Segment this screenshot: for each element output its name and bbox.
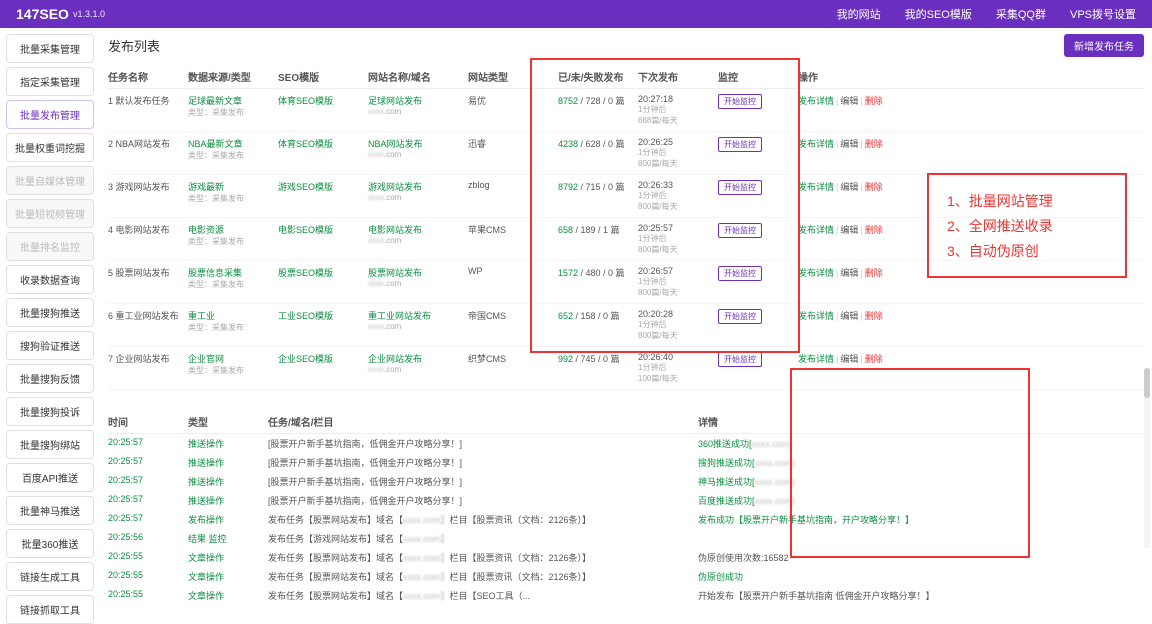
monitor-button[interactable]: 开始监控	[718, 137, 762, 152]
sidebar-item-0[interactable]: 批量采集管理	[6, 34, 94, 63]
log-row: 20:25:57发布操作发布任务【股票网站发布】域名【xxxx.com】栏目【股…	[108, 510, 1144, 529]
sidebar-item-2[interactable]: 批量发布管理	[6, 100, 94, 129]
sidebar-item-4[interactable]: 批量自媒体管理	[6, 166, 94, 195]
delete-link[interactable]: 删除	[865, 139, 883, 149]
monitor-button[interactable]: 开始监控	[718, 223, 762, 238]
view-detail-link[interactable]: 发布详情	[798, 96, 834, 106]
col-source: 数据来源/类型	[188, 69, 278, 84]
view-detail-link[interactable]: 发布详情	[798, 139, 834, 149]
nav-mysites[interactable]: 我的网站	[837, 6, 881, 22]
view-detail-link[interactable]: 发布详情	[798, 225, 834, 235]
log-row: 20:25:57推送操作[股票开户新手基坑指南，低佣金开户攻略分享！]百度推送成…	[108, 491, 1144, 510]
log-col-detail: 详情	[698, 414, 998, 429]
log-col-type: 类型	[188, 414, 268, 429]
log-row: 20:25:57推送操作[股票开户新手基坑指南，低佣金开户攻略分享！]360推送…	[108, 434, 1144, 453]
feature-callout: 1、批量网站管理 2、全网推送收录 3、自动伪原创	[927, 173, 1127, 278]
delete-link[interactable]: 删除	[865, 182, 883, 192]
sidebar-item-17[interactable]: 链接抓取工具	[6, 595, 94, 624]
feature-2: 2、全网推送收录	[947, 214, 1107, 239]
col-op: 操作	[798, 69, 918, 84]
monitor-button[interactable]: 开始监控	[718, 266, 762, 281]
sidebar-item-9[interactable]: 搜狗验证推送	[6, 331, 94, 360]
delete-link[interactable]: 删除	[865, 225, 883, 235]
table-row: 2 NBA网站发布NBA最新文章类型：采集发布体育SEO模版NBA网站发布xxx…	[108, 132, 1144, 175]
sidebar-item-8[interactable]: 批量搜狗推送	[6, 298, 94, 327]
view-detail-link[interactable]: 发布详情	[798, 354, 834, 364]
delete-link[interactable]: 删除	[865, 268, 883, 278]
col-template: SEO模版	[278, 69, 368, 84]
delete-link[interactable]: 删除	[865, 354, 883, 364]
log-row: 20:25:55文章操作发布任务【股票网站发布】域名【xxxx.com】栏目【股…	[108, 567, 1144, 586]
col-stat: 已/未/失败发布	[558, 69, 638, 84]
log-col-time: 时间	[108, 414, 188, 429]
sidebar-item-1[interactable]: 指定采集管理	[6, 67, 94, 96]
nav-vps[interactable]: VPS拨号设置	[1070, 6, 1136, 22]
log-row: 20:25:57推送操作[股票开户新手基坑指南，低佣金开户攻略分享！]搜狗推送成…	[108, 453, 1144, 472]
view-detail-link[interactable]: 发布详情	[798, 311, 834, 321]
edit-link[interactable]: 编辑	[840, 139, 858, 149]
app-logo: 147SEO	[16, 6, 69, 22]
col-site: 网站名称/域名	[368, 69, 468, 84]
log-row: 20:25:56结果 监控发布任务【游戏网站发布】域名【xxxx.com】	[108, 529, 1144, 548]
monitor-button[interactable]: 开始监控	[718, 309, 762, 324]
view-detail-link[interactable]: 发布详情	[798, 268, 834, 278]
log-row: 20:25:55文章操作发布任务【股票网站发布】域名【xxxx.com】栏目【股…	[108, 548, 1144, 567]
log-area: 时间 类型 任务/域名/栏目 详情 20:25:57推送操作[股票开户新手基坑指…	[108, 410, 1144, 605]
add-publish-task-button[interactable]: 新增发布任务	[1064, 34, 1144, 57]
sidebar-item-5[interactable]: 批量短视频管理	[6, 199, 94, 228]
sidebar-item-12[interactable]: 批量搜狗绑站	[6, 430, 94, 459]
sidebar-item-6[interactable]: 批量排名监控	[6, 232, 94, 261]
list-title: 发布列表	[108, 36, 160, 55]
app-version: v1.3.1.0	[73, 9, 105, 19]
nav-mytpl[interactable]: 我的SEO模版	[905, 6, 972, 22]
col-next: 下次发布	[638, 69, 718, 84]
nav: 我的网站 我的SEO模版 采集QQ群 VPS拨号设置	[837, 6, 1136, 22]
header-bar: 147SEO v1.3.1.0 我的网站 我的SEO模版 采集QQ群 VPS拨号…	[0, 0, 1152, 28]
delete-link[interactable]: 删除	[865, 311, 883, 321]
feature-1: 1、批量网站管理	[947, 189, 1107, 214]
sidebar-item-14[interactable]: 批量神马推送	[6, 496, 94, 525]
edit-link[interactable]: 编辑	[840, 182, 858, 192]
col-monitor: 监控	[718, 69, 798, 84]
nav-qq[interactable]: 采集QQ群	[996, 6, 1046, 22]
log-scrollbar[interactable]	[1144, 368, 1150, 548]
table-row: 1 默认发布任务足球最新文章类型：采集发布体育SEO模版足球网站发布xxxx.c…	[108, 89, 1144, 132]
sidebar-item-13[interactable]: 百度API推送	[6, 463, 94, 492]
sidebar-item-7[interactable]: 收录数据查询	[6, 265, 94, 294]
col-taskname: 任务名称	[108, 69, 188, 84]
table-row: 6 重工业网站发布重工业类型：采集发布工业SEO模版重工业网站发布xxxx.co…	[108, 304, 1144, 347]
edit-link[interactable]: 编辑	[840, 311, 858, 321]
sidebar-item-10[interactable]: 批量搜狗反馈	[6, 364, 94, 393]
sidebar-item-11[interactable]: 批量搜狗投诉	[6, 397, 94, 426]
table-row: 7 企业网站发布企业官网类型：采集发布企业SEO模版企业网站发布xxxx.com…	[108, 347, 1144, 390]
delete-link[interactable]: 删除	[865, 96, 883, 106]
edit-link[interactable]: 编辑	[840, 354, 858, 364]
edit-link[interactable]: 编辑	[840, 268, 858, 278]
sidebar: 批量采集管理指定采集管理批量发布管理批量权重词挖掘批量自媒体管理批量短视频管理批…	[0, 28, 100, 598]
feature-3: 3、自动伪原创	[947, 239, 1107, 264]
monitor-button[interactable]: 开始监控	[718, 180, 762, 195]
edit-link[interactable]: 编辑	[840, 96, 858, 106]
content: 发布列表 新增发布任务 任务名称 数据来源/类型 SEO模版 网站名称/域名 网…	[100, 28, 1152, 598]
log-col-task: 任务/域名/栏目	[268, 414, 698, 429]
sidebar-item-15[interactable]: 批量360推送	[6, 529, 94, 558]
sidebar-item-16[interactable]: 链接生成工具	[6, 562, 94, 591]
log-row: 20:25:57推送操作[股票开户新手基坑指南，低佣金开户攻略分享！]神马推送成…	[108, 472, 1144, 491]
sidebar-item-3[interactable]: 批量权重词挖掘	[6, 133, 94, 162]
monitor-button[interactable]: 开始监控	[718, 94, 762, 109]
log-row: 20:25:55文章操作发布任务【股票网站发布】域名【xxxx.com】栏目【S…	[108, 586, 1144, 605]
edit-link[interactable]: 编辑	[840, 225, 858, 235]
view-detail-link[interactable]: 发布详情	[798, 182, 834, 192]
col-type: 网站类型	[468, 69, 558, 84]
monitor-button[interactable]: 开始监控	[718, 352, 762, 367]
